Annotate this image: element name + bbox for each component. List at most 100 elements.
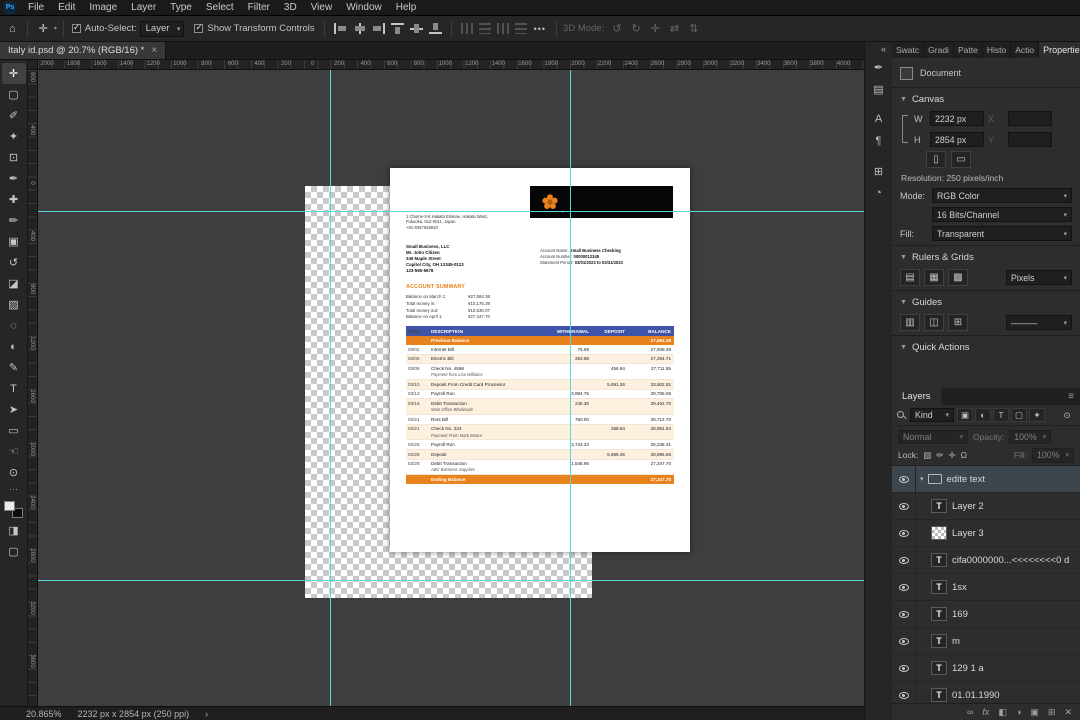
layer-visibility-cell[interactable] xyxy=(892,627,916,655)
align-left-edges-icon[interactable] xyxy=(333,23,347,34)
gradient-tool[interactable]: ▨ xyxy=(2,294,26,315)
menu-type[interactable]: Type xyxy=(163,0,199,16)
lock-transparency-icon[interactable]: ▨ xyxy=(923,450,931,461)
hand-tool[interactable]: ☜ xyxy=(2,441,26,462)
zoom-level-field[interactable]: 20.865% xyxy=(26,709,62,719)
guides-section-header[interactable]: ▼ Guides xyxy=(900,294,1072,311)
document-tab[interactable]: Italy id.psd @ 20.7% (RGB/16) * × xyxy=(0,42,167,59)
tab-properties[interactable]: Properties xyxy=(1039,42,1080,58)
canvas-landscape-icon[interactable]: ▭ xyxy=(951,151,971,168)
eye-icon[interactable] xyxy=(898,502,909,510)
lasso-tool[interactable]: ✐ xyxy=(2,105,26,126)
vertical-guide[interactable] xyxy=(330,70,331,706)
quick-mask-icon[interactable]: ◨ xyxy=(2,520,26,541)
link-layers-icon[interactable]: ∞ xyxy=(967,707,973,717)
align-vertical-centers-icon[interactable] xyxy=(409,23,423,34)
delete-layer-icon[interactable]: ✕ xyxy=(1064,707,1072,718)
tab-layers[interactable]: Layers xyxy=(892,388,941,405)
layer-row[interactable]: T 1sx xyxy=(892,573,1080,601)
layer-visibility-cell[interactable] xyxy=(892,546,916,574)
menu-edit[interactable]: Edit xyxy=(51,0,82,16)
menu-3d[interactable]: 3D xyxy=(277,0,304,16)
canvas-width-field[interactable]: 2232 px xyxy=(930,111,984,126)
eye-icon[interactable] xyxy=(898,691,909,699)
canvas-viewport[interactable]: ✦ 1 Chome-3-6 Hakata Ekimae, Hakata Ward… xyxy=(38,70,864,706)
menu-help[interactable]: Help xyxy=(389,0,424,16)
brush-tool[interactable]: ✏ xyxy=(2,210,26,231)
layer-row[interactable]: Tcifa0000000...<<<<<<<<0 d xyxy=(892,546,1080,574)
clone-source-panel-icon[interactable]: ▤ xyxy=(868,79,890,99)
layer-row[interactable]: T 129 1 a xyxy=(892,654,1080,682)
opacity-field[interactable]: 100% ▾ xyxy=(1009,429,1052,444)
tab-patte[interactable]: Patte xyxy=(954,42,983,58)
layer-row[interactable]: ▾ edite text xyxy=(892,466,1080,493)
horizontal-guide[interactable] xyxy=(38,580,864,581)
menu-window[interactable]: Window xyxy=(339,0,389,16)
distribute-vertical-icon[interactable] xyxy=(478,23,491,34)
eyedropper-tool[interactable]: ✒ xyxy=(2,168,26,189)
menu-layer[interactable]: Layer xyxy=(124,0,163,16)
distribute-spacing-v-icon[interactable] xyxy=(514,23,527,34)
brush-settings-panel-icon[interactable]: ✒ xyxy=(868,57,890,77)
filter-adjustment-layers-icon[interactable]: ◐ xyxy=(975,408,991,422)
show-transform-controls-checkbox[interactable] xyxy=(194,22,204,33)
quick-selection-tool[interactable]: ✦ xyxy=(2,126,26,147)
chevron-down-icon[interactable]: ▾ xyxy=(920,475,924,483)
lock-pixels-icon[interactable]: ✏ xyxy=(936,450,943,461)
foreground-color-swatch[interactable] xyxy=(4,501,15,511)
menu-select[interactable]: Select xyxy=(199,0,241,16)
layer-visibility-cell[interactable] xyxy=(892,573,916,601)
canvas-fill-dropdown[interactable]: Transparent ▾ xyxy=(932,226,1072,241)
layer-visibility-cell[interactable] xyxy=(892,681,916,704)
eye-icon[interactable] xyxy=(898,583,909,591)
filter-pixel-layers-icon[interactable]: ▣ xyxy=(957,408,973,422)
layer-group-icon[interactable]: ▣ xyxy=(1030,707,1039,718)
adjustment-layer-icon[interactable]: ◑ xyxy=(1016,707,1021,717)
horizontal-ruler[interactable]: 2000 1800 1600 1400 1200 1000 800 600 400 200 0 200… xyxy=(38,60,864,70)
rectangular-marquee-tool[interactable]: ▢ xyxy=(2,84,26,105)
document-size-info[interactable]: 2232 px x 2854 px (250 ppi) xyxy=(78,709,190,719)
layer-effects-icon[interactable]: fx xyxy=(982,707,989,717)
layer-row[interactable]: Tm xyxy=(892,627,1080,655)
filter-kind-dropdown[interactable]: Kind ▾ xyxy=(910,408,954,422)
align-right-edges-icon[interactable] xyxy=(372,23,385,34)
auto-select-checkbox[interactable] xyxy=(71,22,81,33)
eraser-tool[interactable]: ◪ xyxy=(2,273,26,294)
canvas-section-header[interactable]: ▼ Canvas xyxy=(900,91,1072,108)
filter-toggle-icon[interactable]: ⊙ xyxy=(1059,408,1075,422)
edit-toolbar-icon[interactable]: ⋯ xyxy=(9,484,18,495)
move-tool[interactable]: ✛ xyxy=(1,63,26,84)
blur-tool[interactable]: ◌ xyxy=(2,315,26,336)
layer-row[interactable]: T 169 xyxy=(892,600,1080,628)
tab-gradi[interactable]: Gradi xyxy=(924,42,954,58)
rulers-grids-section-header[interactable]: ▼ Rulers & Grids xyxy=(900,249,1072,266)
link-dimensions-icon[interactable] xyxy=(902,115,908,143)
eye-icon[interactable] xyxy=(898,475,909,483)
rectangle-tool[interactable]: ▭ xyxy=(2,420,26,441)
new-layer-icon[interactable]: ⊞ xyxy=(1048,707,1056,718)
color-swatches[interactable] xyxy=(4,501,23,518)
align-top-edges-icon[interactable] xyxy=(390,23,404,34)
eye-icon[interactable] xyxy=(898,637,909,645)
menu-image[interactable]: Image xyxy=(82,0,124,16)
paragraph-panel-icon[interactable]: ¶ xyxy=(868,131,890,151)
menu-filter[interactable]: Filter xyxy=(241,0,277,16)
layer-row[interactable]: T Layer 2 xyxy=(892,492,1080,520)
lock-all-icon[interactable]: Ω xyxy=(961,450,967,461)
vertical-guide[interactable] xyxy=(570,70,571,706)
canvas-height-field[interactable]: 2854 px xyxy=(930,132,984,147)
layer-visibility-cell[interactable] xyxy=(892,600,916,628)
eye-icon[interactable] xyxy=(898,610,909,618)
auto-select-target-dropdown[interactable]: Layer xyxy=(139,20,185,37)
layer-row[interactable]: T 01.01.1990 xyxy=(892,681,1080,704)
layer-visibility-cell[interactable] xyxy=(892,519,916,547)
lock-position-icon[interactable]: ✛ xyxy=(948,450,955,461)
align-horizontal-centers-icon[interactable] xyxy=(353,23,366,34)
character-panel-icon[interactable]: A xyxy=(868,109,890,129)
bit-depth-dropdown[interactable]: 16 Bits/Channel ▾ xyxy=(932,207,1072,222)
menu-view[interactable]: View xyxy=(304,0,340,16)
toggle-grid-icon[interactable]: ▦ xyxy=(924,269,944,286)
layer-visibility-cell[interactable] xyxy=(892,466,916,493)
path-selection-tool[interactable]: ➤ xyxy=(2,399,26,420)
quick-actions-section-header[interactable]: ▼ Quick Actions xyxy=(900,339,1072,356)
